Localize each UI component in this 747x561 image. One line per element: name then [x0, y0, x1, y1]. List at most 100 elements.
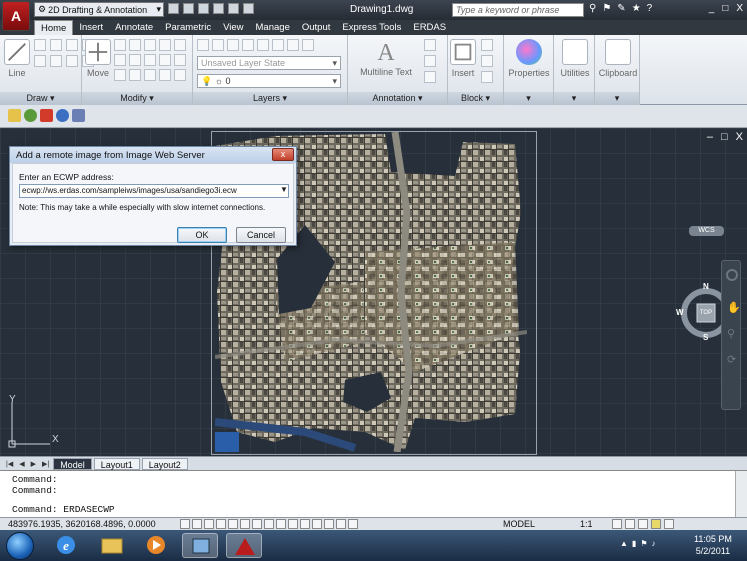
layout-icon[interactable]: [348, 519, 358, 529]
open-icon[interactable]: [183, 3, 194, 14]
array-icon[interactable]: [144, 54, 156, 66]
clean-screen-icon[interactable]: [664, 519, 674, 529]
media-player-icon[interactable]: [138, 533, 174, 558]
spline-icon[interactable]: [66, 55, 78, 67]
annotation-scale[interactable]: 1:1: [580, 519, 593, 529]
layer-icon[interactable]: [227, 39, 239, 51]
lengthen-icon[interactable]: [174, 69, 186, 81]
hatch-icon[interactable]: [34, 55, 46, 67]
layer-properties-icon[interactable]: [197, 39, 209, 51]
communication-icon[interactable]: ✎: [617, 3, 625, 14]
tab-layout1[interactable]: Layout1: [93, 457, 140, 470]
remove-icon[interactable]: [40, 109, 53, 122]
steering-wheel-icon[interactable]: [726, 269, 738, 281]
ecwp-address-input[interactable]: ecwp://ws.erdas.com/sampleiws/images/usa…: [19, 184, 289, 198]
tab-layout2[interactable]: Layout2: [141, 457, 188, 470]
layer-state-select[interactable]: Unsaved Layer State: [197, 56, 341, 70]
polyline-icon[interactable]: [34, 39, 46, 51]
mirror-icon[interactable]: [159, 39, 171, 51]
chamfer-icon[interactable]: [144, 69, 156, 81]
action-center-icon[interactable]: ⚑: [640, 539, 647, 548]
ellipse-icon[interactable]: [50, 55, 62, 67]
table-icon[interactable]: [424, 71, 436, 83]
plus-icon[interactable]: [324, 519, 334, 529]
favorites-icon[interactable]: ★: [632, 3, 641, 14]
layer-icon[interactable]: [272, 39, 284, 51]
first-tab-icon[interactable]: |◀: [4, 460, 15, 468]
next-tab-icon[interactable]: ▶: [29, 460, 38, 468]
copy-icon[interactable]: [144, 39, 156, 51]
refresh-icon[interactable]: [56, 109, 69, 122]
help-icon[interactable]: ?: [647, 3, 653, 14]
tpy-icon[interactable]: [288, 519, 298, 529]
utilities-tool[interactable]: Utilities: [555, 39, 595, 78]
restore-button[interactable]: □: [722, 3, 728, 14]
orbit-icon[interactable]: ⟳: [727, 353, 736, 366]
sc-icon[interactable]: [312, 519, 322, 529]
layer-icon[interactable]: [212, 39, 224, 51]
tab-parametric[interactable]: Parametric: [159, 20, 217, 35]
command-scrollbar[interactable]: [735, 471, 747, 518]
panel-label-block[interactable]: Block ▾: [448, 92, 503, 105]
subscription-icon[interactable]: ⚑: [602, 3, 611, 14]
join-icon[interactable]: [129, 69, 141, 81]
fillet-icon[interactable]: [174, 39, 186, 51]
layer-icon[interactable]: [287, 39, 299, 51]
osnap-icon[interactable]: [228, 519, 238, 529]
tab-view[interactable]: View: [217, 20, 249, 35]
viewcube-south[interactable]: S: [703, 333, 708, 342]
redo-icon[interactable]: [228, 3, 239, 14]
create-block-icon[interactable]: [481, 39, 493, 51]
otrack-icon[interactable]: [240, 519, 250, 529]
stretch-icon[interactable]: [114, 54, 126, 66]
pan-icon[interactable]: ✋: [727, 301, 741, 314]
ecwp-icon[interactable]: [72, 109, 85, 122]
scale-icon[interactable]: [129, 54, 141, 66]
multiline-text-tool[interactable]: A Multiline Text: [356, 39, 416, 77]
network-icon[interactable]: ▮: [632, 539, 636, 548]
workspace-switching-icon[interactable]: [625, 519, 635, 529]
dialog-close-button[interactable]: x: [272, 148, 294, 161]
tab-insert[interactable]: Insert: [73, 20, 109, 35]
grid-icon[interactable]: [192, 519, 202, 529]
zoom-icon[interactable]: ⚲: [727, 327, 735, 340]
clipboard-tool[interactable]: Clipboard: [597, 39, 639, 78]
save-icon[interactable]: [198, 3, 209, 14]
tab-manage[interactable]: Manage: [250, 20, 296, 35]
layer-icon[interactable]: [242, 39, 254, 51]
tab-express-tools[interactable]: Express Tools: [336, 20, 407, 35]
new-icon[interactable]: [168, 3, 179, 14]
command-window[interactable]: Command: Command: Command: ERDASECWP: [0, 470, 747, 518]
break-icon[interactable]: [159, 69, 171, 81]
panel-label-clipboard[interactable]: ▾: [595, 92, 639, 105]
autocad-taskbar-icon[interactable]: [226, 533, 262, 558]
explorer-icon[interactable]: [94, 533, 130, 558]
panel-label-draw[interactable]: Draw ▾: [0, 92, 81, 105]
navigation-bar[interactable]: ✋ ⚲ ⟳: [721, 260, 741, 410]
tab-erdas[interactable]: ERDAS: [407, 20, 452, 35]
properties-tool[interactable]: Properties: [506, 39, 552, 78]
ok-button[interactable]: OK: [177, 227, 227, 243]
isolate-objects-icon[interactable]: [651, 519, 661, 529]
minimize-button[interactable]: _: [709, 3, 715, 14]
attribute-icon[interactable]: [481, 71, 493, 83]
viewcube-north[interactable]: N: [703, 282, 709, 291]
lwt-icon[interactable]: [276, 519, 286, 529]
tab-output[interactable]: Output: [296, 20, 337, 35]
open-image-icon[interactable]: [24, 109, 37, 122]
layer-icon[interactable]: [257, 39, 269, 51]
panel-label-properties[interactable]: ▾: [504, 92, 553, 105]
leader-icon[interactable]: [424, 55, 436, 67]
last-tab-icon[interactable]: ▶|: [40, 460, 51, 468]
viewport-close-button[interactable]: X: [736, 131, 743, 143]
lock-icon[interactable]: [638, 519, 648, 529]
trim-icon[interactable]: [129, 39, 141, 51]
viewport-restore-button[interactable]: □: [721, 131, 728, 143]
ducs-icon[interactable]: [252, 519, 262, 529]
binoculars-icon[interactable]: ⚲: [589, 3, 596, 14]
move-tool[interactable]: Move: [85, 39, 111, 78]
show-hidden-icon[interactable]: ▲: [620, 539, 628, 548]
dimension-icon[interactable]: [424, 39, 436, 51]
remote-app-icon[interactable]: [182, 533, 218, 558]
layer-select[interactable]: 💡 ☼ 0: [197, 74, 341, 88]
